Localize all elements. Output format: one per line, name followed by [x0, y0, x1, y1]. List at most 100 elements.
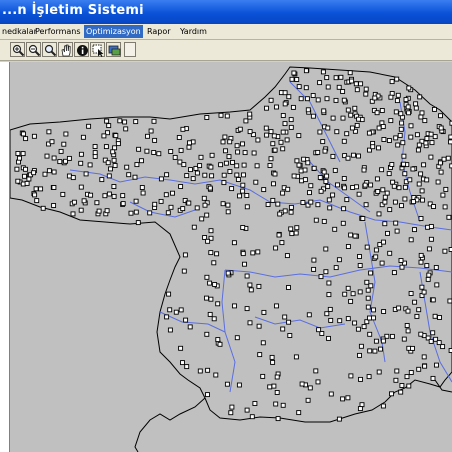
station-marker[interactable] — [22, 173, 27, 179]
station-marker[interactable] — [282, 90, 288, 96]
station-marker[interactable] — [326, 280, 332, 286]
station-marker[interactable] — [384, 190, 390, 196]
station-marker[interactable] — [111, 157, 117, 163]
station-marker[interactable] — [223, 148, 228, 154]
station-marker[interactable] — [311, 266, 317, 272]
station-marker[interactable] — [256, 283, 262, 289]
station-marker[interactable] — [106, 191, 112, 197]
station-marker[interactable] — [204, 331, 210, 337]
station-marker[interactable] — [288, 226, 294, 232]
station-marker[interactable] — [348, 373, 354, 379]
station-marker[interactable] — [320, 139, 326, 145]
station-marker[interactable] — [260, 373, 266, 379]
station-marker[interactable] — [382, 194, 388, 200]
station-marker[interactable] — [432, 313, 438, 319]
station-marker[interactable] — [296, 133, 302, 139]
station-marker[interactable] — [305, 160, 311, 166]
station-marker[interactable] — [316, 327, 322, 333]
station-marker[interactable] — [156, 151, 162, 157]
station-marker[interactable] — [172, 154, 178, 160]
station-marker[interactable] — [251, 150, 257, 156]
station-marker[interactable] — [272, 147, 278, 153]
station-marker[interactable] — [406, 110, 412, 116]
station-marker[interactable] — [296, 410, 302, 416]
station-marker[interactable] — [336, 84, 342, 90]
station-marker[interactable] — [368, 270, 374, 276]
station-marker[interactable] — [99, 177, 105, 183]
station-marker[interactable] — [367, 331, 373, 337]
station-marker[interactable] — [224, 113, 230, 119]
station-marker[interactable] — [405, 104, 411, 110]
station-marker[interactable] — [123, 126, 129, 132]
station-marker[interactable] — [348, 112, 354, 118]
station-marker[interactable] — [128, 210, 134, 216]
station-marker[interactable] — [271, 133, 277, 139]
station-marker[interactable] — [111, 193, 117, 199]
station-marker[interactable] — [40, 205, 46, 211]
station-marker[interactable] — [423, 140, 429, 146]
station-marker[interactable] — [311, 257, 317, 263]
station-marker[interactable] — [106, 173, 112, 179]
station-marker[interactable] — [163, 192, 169, 198]
station-marker[interactable] — [354, 87, 360, 93]
station-marker[interactable] — [328, 317, 334, 323]
station-marker[interactable] — [394, 98, 400, 104]
station-marker[interactable] — [282, 101, 288, 107]
station-marker[interactable] — [412, 299, 418, 305]
station-marker[interactable] — [432, 134, 438, 140]
station-marker[interactable] — [428, 224, 434, 229]
station-marker[interactable] — [244, 273, 250, 279]
station-marker[interactable] — [345, 316, 351, 322]
station-marker[interactable] — [92, 150, 98, 156]
station-marker[interactable] — [358, 376, 363, 382]
station-marker[interactable] — [327, 205, 333, 211]
station-marker[interactable] — [350, 291, 356, 297]
station-marker[interactable] — [332, 226, 338, 232]
station-marker[interactable] — [205, 392, 210, 398]
station-marker[interactable] — [448, 139, 452, 145]
station-marker[interactable] — [244, 204, 250, 210]
station-marker[interactable] — [375, 189, 381, 194]
station-marker[interactable] — [207, 311, 213, 317]
station-marker[interactable] — [46, 129, 52, 135]
station-marker[interactable] — [51, 155, 57, 161]
station-marker[interactable] — [112, 163, 118, 168]
station-marker[interactable] — [260, 340, 266, 346]
station-marker[interactable] — [396, 305, 402, 311]
station-marker[interactable] — [164, 314, 170, 320]
station-marker[interactable] — [357, 289, 363, 295]
station-marker[interactable] — [247, 320, 253, 326]
station-marker[interactable] — [324, 311, 330, 317]
station-marker[interactable] — [438, 125, 444, 131]
station-marker[interactable] — [390, 179, 396, 185]
station-marker[interactable] — [228, 410, 234, 416]
station-marker[interactable] — [330, 153, 336, 159]
station-marker[interactable] — [432, 106, 437, 112]
station-marker[interactable] — [318, 274, 324, 280]
station-marker[interactable] — [389, 79, 395, 85]
station-marker[interactable] — [271, 383, 277, 389]
station-marker[interactable] — [209, 173, 215, 179]
station-marker[interactable] — [303, 85, 309, 91]
station-marker[interactable] — [363, 202, 369, 208]
station-marker[interactable] — [445, 155, 451, 161]
station-marker[interactable] — [255, 249, 261, 255]
station-marker[interactable] — [321, 218, 327, 224]
station-marker[interactable] — [112, 145, 118, 151]
station-marker[interactable] — [288, 209, 294, 215]
station-marker[interactable] — [105, 160, 111, 166]
station-marker[interactable] — [254, 163, 260, 169]
station-marker[interactable] — [51, 169, 57, 175]
station-marker[interactable] — [402, 184, 408, 190]
station-marker[interactable] — [315, 379, 321, 385]
station-marker[interactable] — [211, 260, 217, 266]
station-marker[interactable] — [293, 230, 299, 236]
station-marker[interactable] — [381, 309, 387, 314]
station-marker[interactable] — [133, 198, 139, 204]
station-marker[interactable] — [46, 168, 52, 174]
station-marker[interactable] — [325, 183, 331, 189]
station-marker[interactable] — [247, 129, 253, 135]
station-marker[interactable] — [394, 76, 400, 82]
station-marker[interactable] — [269, 354, 275, 360]
station-marker[interactable] — [412, 227, 417, 233]
